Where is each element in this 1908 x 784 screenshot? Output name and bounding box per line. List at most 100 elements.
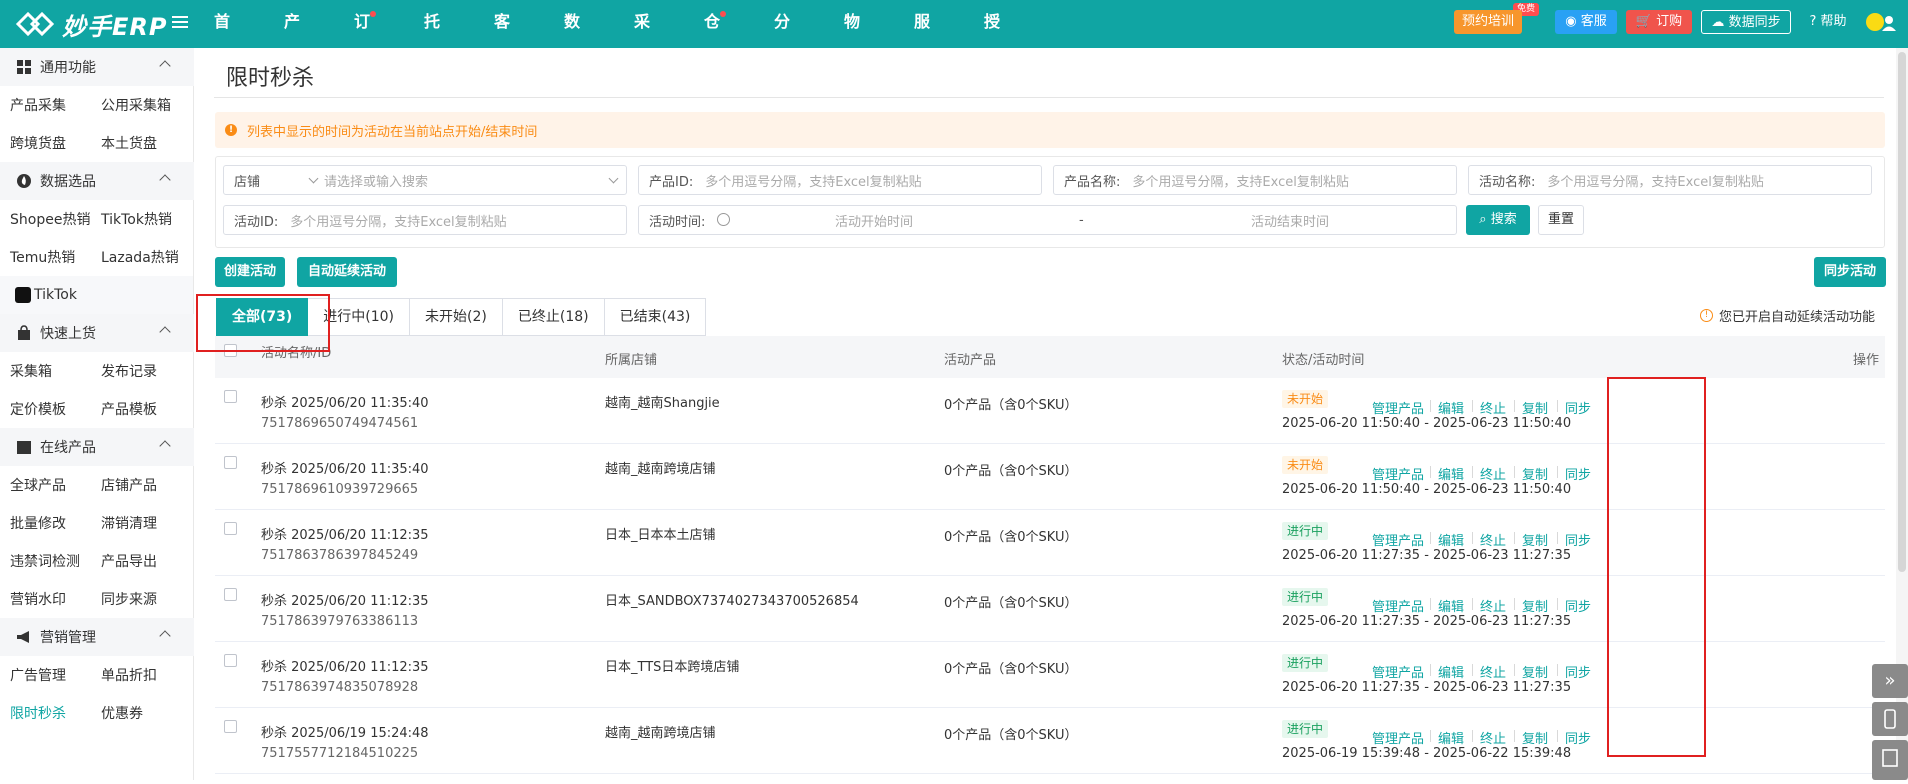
nav-item-11[interactable]: 授权 xyxy=(984,0,1000,75)
row-checkbox[interactable] xyxy=(224,522,237,535)
mobile-icon[interactable] xyxy=(1872,702,1908,736)
product-name-input[interactable]: 产品名称: 多个用逗号分隔，支持Excel复制粘贴 xyxy=(1053,165,1457,195)
sidebar-item[interactable]: 采集箱 xyxy=(10,361,52,381)
sidebar-item[interactable]: 广告管理 xyxy=(10,665,66,685)
tab-3[interactable]: 已终止(18) xyxy=(502,298,605,336)
data-sync-button[interactable]: ☁ 数据同步 xyxy=(1701,10,1791,34)
row-checkbox[interactable] xyxy=(224,390,237,403)
row-checkbox[interactable] xyxy=(224,456,237,469)
expand-icon[interactable]: » xyxy=(1872,664,1908,698)
nav-item-8[interactable]: 分销 xyxy=(774,0,790,75)
sync-link[interactable]: 同步 xyxy=(1565,728,1591,747)
order-button[interactable]: 🛒 订购 xyxy=(1626,10,1692,34)
sidebar-item[interactable]: 批量修改 xyxy=(10,513,66,533)
edit-link[interactable]: 编辑 xyxy=(1438,398,1464,417)
sync-link[interactable]: 同步 xyxy=(1565,530,1591,549)
nav-item-4[interactable]: 客服 xyxy=(494,0,510,75)
sidebar-item[interactable]: 违禁词检测 xyxy=(10,551,80,571)
auto-extend-button[interactable]: 自动延续活动 xyxy=(297,257,397,287)
sidebar-section-4[interactable]: 营销管理 xyxy=(0,618,194,656)
create-activity-button[interactable]: 创建活动 xyxy=(215,257,285,287)
sidebar-item[interactable]: 本土货盘 xyxy=(101,133,157,153)
terminate-link[interactable]: 终止 xyxy=(1480,464,1506,483)
reset-button[interactable]: 重置 xyxy=(1538,205,1584,235)
row-checkbox[interactable] xyxy=(224,654,237,667)
tab-4[interactable]: 已结束(43) xyxy=(604,298,707,336)
sidebar-section-1[interactable]: 数据选品 xyxy=(0,162,194,200)
sidebar-item[interactable]: 滞销清理 xyxy=(101,513,157,533)
copy-link[interactable]: 复制 xyxy=(1522,530,1548,549)
manage-products-link[interactable]: 管理产品 xyxy=(1372,464,1424,483)
sidebar-item[interactable]: 店铺产品 xyxy=(101,475,157,495)
sync-link[interactable]: 同步 xyxy=(1565,596,1591,615)
sidebar-item[interactable]: 全球产品 xyxy=(10,475,66,495)
nav-item-10[interactable]: 服务 xyxy=(914,0,930,75)
sidebar-item[interactable]: 产品导出 xyxy=(101,551,157,571)
row-checkbox[interactable] xyxy=(224,588,237,601)
manage-products-link[interactable]: 管理产品 xyxy=(1372,398,1424,417)
copy-link[interactable]: 复制 xyxy=(1522,662,1548,681)
terminate-link[interactable]: 终止 xyxy=(1480,530,1506,549)
manage-products-link[interactable]: 管理产品 xyxy=(1372,596,1424,615)
sidebar-item[interactable]: 跨境货盘 xyxy=(10,133,66,153)
activity-time-range[interactable]: 活动时间: 活动开始时间 - 活动结束时间 xyxy=(638,205,1457,235)
feedback-icon[interactable] xyxy=(1872,740,1908,780)
sync-link[interactable]: 同步 xyxy=(1565,464,1591,483)
sidebar-item[interactable]: 产品模板 xyxy=(101,399,157,419)
sidebar-item[interactable]: Lazada热销 xyxy=(101,247,179,267)
sidebar-section-0[interactable]: 通用功能 xyxy=(0,48,194,86)
sidebar-section-3[interactable]: 在线产品 xyxy=(0,428,194,466)
tab-2[interactable]: 未开始(2) xyxy=(410,298,503,336)
sidebar-item[interactable]: 定价模板 xyxy=(10,399,66,419)
logo[interactable]: 妙手ERP xyxy=(14,6,167,42)
activity-id-input[interactable]: 活动ID: 多个用逗号分隔，支持Excel复制粘贴 xyxy=(223,205,627,235)
manage-products-link[interactable]: 管理产品 xyxy=(1372,530,1424,549)
row-checkbox[interactable] xyxy=(224,720,237,733)
copy-link[interactable]: 复制 xyxy=(1522,596,1548,615)
copy-link[interactable]: 复制 xyxy=(1522,398,1548,417)
sidebar-item[interactable]: 单品折扣 xyxy=(101,665,157,685)
product-id-input[interactable]: 产品ID: 多个用逗号分隔，支持Excel复制粘贴 xyxy=(638,165,1042,195)
nav-item-7[interactable]: 仓库 xyxy=(704,0,727,75)
copy-link[interactable]: 复制 xyxy=(1522,464,1548,483)
terminate-link[interactable]: 终止 xyxy=(1480,398,1506,417)
nav-item-2[interactable]: 订单 xyxy=(354,0,377,75)
sidebar-item[interactable]: 限时秒杀 xyxy=(10,703,66,723)
edit-link[interactable]: 编辑 xyxy=(1438,662,1464,681)
support-button[interactable]: ◉ 客服 xyxy=(1555,10,1617,34)
search-button[interactable]: ⌕ 搜索 xyxy=(1466,205,1530,235)
sidebar-item[interactable]: 营销水印 xyxy=(10,589,66,609)
sidebar-item[interactable]: 产品采集 xyxy=(10,95,66,115)
edit-link[interactable]: 编辑 xyxy=(1438,530,1464,549)
sidebar-item[interactable]: TikTok热销 xyxy=(101,209,172,229)
sidebar-section-2[interactable]: 快速上货 xyxy=(0,314,194,352)
edit-link[interactable]: 编辑 xyxy=(1438,596,1464,615)
nav-item-3[interactable]: 托管 xyxy=(424,0,440,75)
scroll-thumb[interactable] xyxy=(1898,52,1906,572)
edit-link[interactable]: 编辑 xyxy=(1438,464,1464,483)
sync-activity-button[interactable]: 同步活动 xyxy=(1814,257,1886,287)
nav-item-1[interactable]: 产品 xyxy=(284,0,300,75)
menu-toggle-icon[interactable] xyxy=(172,13,188,29)
terminate-link[interactable]: 终止 xyxy=(1480,596,1506,615)
sidebar-item[interactable]: Temu热销 xyxy=(10,247,75,267)
nav-item-0[interactable]: 首页 xyxy=(214,0,230,75)
sidebar-item[interactable]: 发布记录 xyxy=(101,361,157,381)
terminate-link[interactable]: 终止 xyxy=(1480,662,1506,681)
nav-item-5[interactable]: 数据 xyxy=(564,0,580,75)
sync-link[interactable]: 同步 xyxy=(1565,662,1591,681)
nav-item-6[interactable]: 采购 xyxy=(634,0,650,75)
sidebar-item[interactable]: 同步来源 xyxy=(101,589,157,609)
help-button[interactable]: ? 帮助 xyxy=(1802,10,1854,34)
sidebar-item[interactable]: 公用采集箱 xyxy=(101,95,171,115)
manage-products-link[interactable]: 管理产品 xyxy=(1372,662,1424,681)
sidebar-item[interactable]: Shopee热销 xyxy=(10,209,90,229)
activity-name-input[interactable]: 活动名称: 多个用逗号分隔，支持Excel复制粘贴 xyxy=(1468,165,1872,195)
edit-link[interactable]: 编辑 xyxy=(1438,728,1464,747)
copy-link[interactable]: 复制 xyxy=(1522,728,1548,747)
user-icon[interactable] xyxy=(1880,14,1898,32)
sidebar-item[interactable]: 优惠券 xyxy=(101,703,143,723)
terminate-link[interactable]: 终止 xyxy=(1480,728,1506,747)
training-button[interactable]: 预约培训 xyxy=(1454,10,1522,34)
shop-select[interactable]: 店铺 请选择或输入搜索 xyxy=(223,165,627,195)
